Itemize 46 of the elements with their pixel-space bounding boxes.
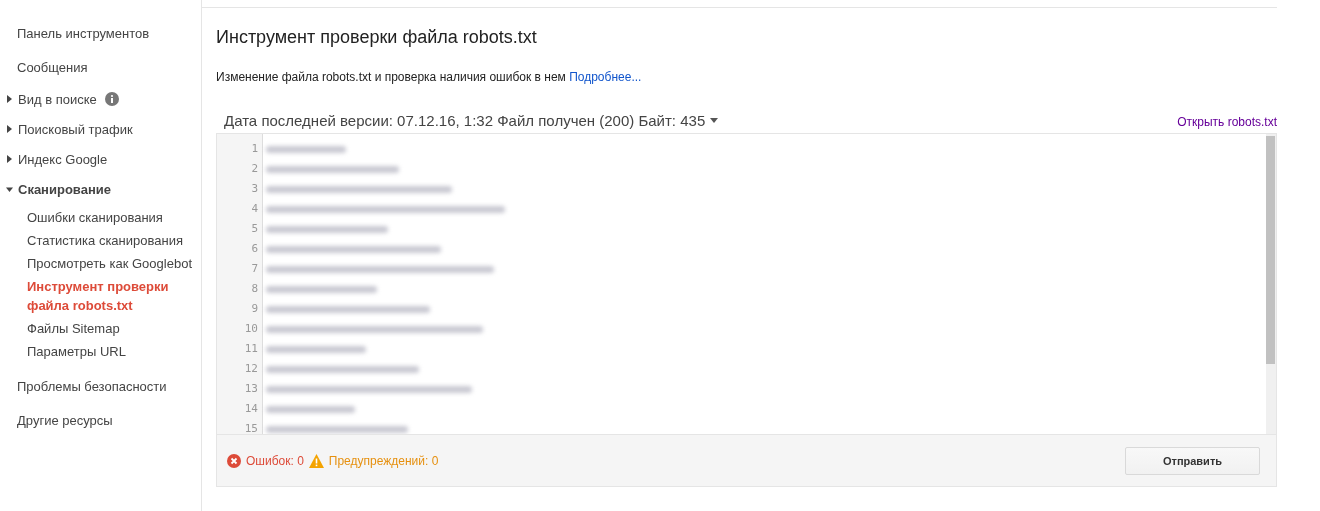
- line-number: 11: [243, 341, 259, 357]
- page-title: Инструмент проверки файла robots.txt: [216, 26, 538, 49]
- line-number: 6: [250, 241, 259, 257]
- line-number: 4: [250, 201, 259, 217]
- caret-right-icon[interactable]: [7, 95, 12, 103]
- sidebar-item[interactable]: Файлы Sitemap: [27, 317, 199, 340]
- sidebar-item[interactable]: Сканирование: [18, 181, 111, 197]
- sidebar-item[interactable]: Вид в поиске: [18, 91, 97, 107]
- info-icon[interactable]: [104, 92, 119, 106]
- warning-count: Предупреждений: 0: [328, 453, 439, 468]
- caret-down-icon: [710, 118, 719, 123]
- sidebar-item[interactable]: Статистика сканирования: [27, 229, 199, 252]
- caret-right-icon[interactable]: [7, 125, 12, 133]
- sidebar-item[interactable]: Просмотреть как Googlebot: [27, 252, 199, 275]
- error-count: Ошибок: 0: [246, 453, 304, 468]
- line-number: 2: [250, 161, 259, 177]
- line-number: 8: [250, 281, 259, 297]
- sidebar-item[interactable]: Сообщения: [17, 59, 88, 75]
- caret-down-icon[interactable]: [6, 185, 13, 193]
- error-icon: [227, 453, 241, 468]
- version-dropdown[interactable]: Дата последней версии: 07.12.16, 1:32 Файл получен (200) Байт: 435: [224, 112, 719, 129]
- line-number: 12: [243, 361, 259, 377]
- line-number: 5: [250, 221, 259, 237]
- open-robots-link[interactable]: Открыть robots.txt: [1177, 115, 1277, 129]
- sidebar-item[interactable]: Ошибки сканирования: [27, 206, 199, 229]
- more-link[interactable]: Подробнее...: [569, 70, 642, 84]
- sidebar-item[interactable]: Проблемы безопасности: [17, 378, 167, 394]
- submit-button[interactable]: Отправить: [1125, 446, 1260, 475]
- sidebar-item[interactable]: Панель инструментов: [17, 25, 150, 41]
- line-number: 14: [243, 401, 259, 417]
- sidebar-item[interactable]: Индекс Google: [18, 151, 108, 167]
- line-number: 9: [250, 301, 259, 317]
- caret-right-icon[interactable]: [7, 155, 12, 163]
- line-number: 3: [250, 181, 259, 197]
- scrollbar-thumb[interactable]: [1266, 136, 1275, 364]
- line-number: 7: [250, 261, 259, 277]
- line-number: 10: [243, 321, 259, 337]
- sidebar-item[interactable]: Параметры URL: [27, 340, 199, 363]
- warning-icon: [308, 453, 324, 468]
- sidebar-item[interactable]: Инструмент проверки файла robots.txt: [27, 275, 199, 317]
- page-description: Изменение файла robots.txt и проверка наличия ошибок в нем Подробнее...: [216, 69, 643, 85]
- line-number: 15: [243, 421, 259, 434]
- sidebar-item[interactable]: Другие ресурсы: [17, 412, 113, 428]
- sidebar-item[interactable]: Поисковый трафик: [18, 121, 133, 137]
- line-number: 1: [250, 141, 259, 157]
- line-number: 13: [243, 381, 259, 397]
